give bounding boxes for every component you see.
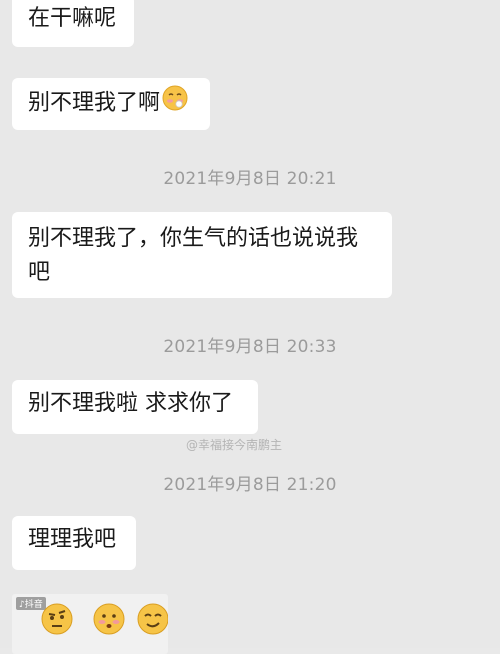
message-bubble[interactable]: 别不理我啦 求求你了 bbox=[12, 380, 258, 434]
message-text: 别不理我了，你生气的话也说说我 bbox=[28, 226, 359, 251]
chat-screen: 在干嘛呢 别不理我了啊 2021年9月8日 20:21 别不理我了，你生气的话也… bbox=[0, 0, 500, 654]
timestamp: 2021年9月8日 20:33 bbox=[163, 337, 337, 357]
shy-face-icon bbox=[162, 85, 188, 122]
message-bubble[interactable]: 别不理我了，你生气的话也说说我 吧 bbox=[12, 212, 392, 298]
watermark: @幸福接今南鹏主 bbox=[186, 438, 283, 452]
message-text: 别不理我啦 求求你了 bbox=[28, 391, 233, 416]
message-text: 理理我吧 bbox=[28, 527, 117, 552]
timestamp: 2021年9月8日 21:20 bbox=[163, 475, 337, 495]
message-text: 在干嘛呢 bbox=[28, 6, 117, 31]
message-bubble[interactable]: 别不理我了啊 bbox=[12, 78, 210, 130]
eyebrow-face-icon bbox=[40, 602, 74, 640]
smirk-face-icon bbox=[136, 602, 168, 640]
message-bubble[interactable]: 在干嘛呢 bbox=[12, 0, 134, 47]
message-bubble[interactable]: 理理我吧 bbox=[12, 516, 136, 570]
message-text-line2: 吧 bbox=[28, 260, 51, 285]
timestamp: 2021年9月8日 20:21 bbox=[163, 169, 337, 189]
flushed-face-icon bbox=[92, 602, 126, 640]
message-text: 别不理我了啊 bbox=[28, 90, 161, 116]
video-thumbnail[interactable]: ♪抖音 bbox=[12, 594, 168, 654]
